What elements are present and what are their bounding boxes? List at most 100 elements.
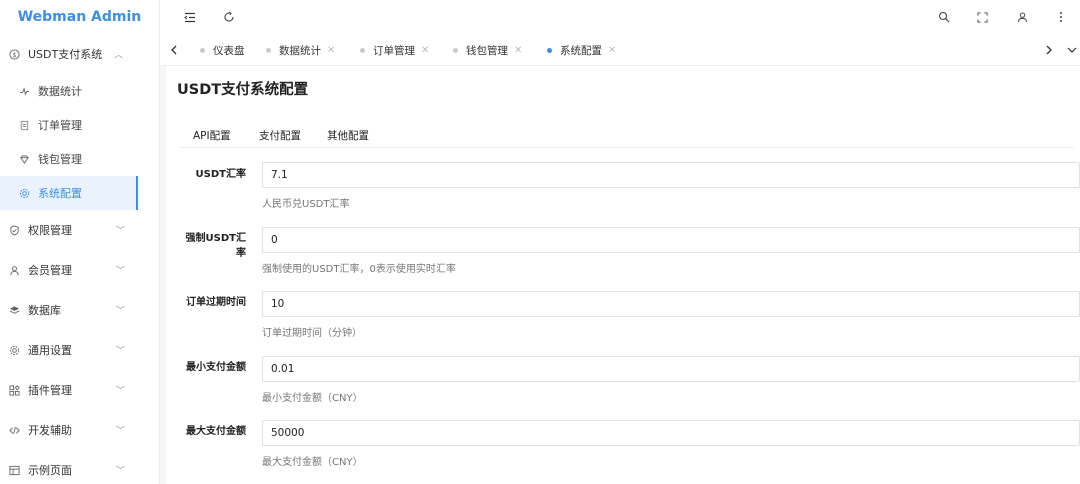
field-help: 人民币兑USDT汇率	[262, 199, 350, 210]
sidebar-item-label: 订单管理	[38, 119, 82, 132]
chevron-up-icon: ︿	[113, 50, 123, 61]
refresh-icon[interactable]	[220, 8, 238, 26]
top-header	[160, 0, 1080, 34]
sidebar-item-wallet[interactable]: 钱包管理	[0, 142, 159, 176]
settings-icon	[8, 344, 20, 356]
chevron-down-icon: ﹀	[115, 426, 125, 437]
main-content: USDT支付系统配置 API配置 支付配置 其他配置 USDT汇率 7.1 人民…	[160, 66, 1080, 484]
field-help: 最小支付金额（CNY）	[262, 393, 363, 404]
sidebar-item-label: 系统配置	[38, 187, 82, 200]
page-title: USDT支付系统配置	[177, 82, 309, 98]
usdt-rate-input[interactable]: 7.1	[262, 162, 1080, 188]
diamond-icon	[18, 153, 30, 165]
min-amount-input[interactable]: 0.01	[262, 356, 1080, 382]
sidebar-group-usdt[interactable]: $ USDT支付系统 ︿	[0, 34, 159, 74]
user-icon[interactable]	[1013, 8, 1031, 26]
tab-wallet[interactable]: 钱包管理 ✕	[453, 42, 522, 58]
tab-dashboard[interactable]: 仪表盘	[200, 42, 245, 58]
field-label: 强制USDT汇率	[185, 233, 246, 259]
sidebar-group-label: 会员管理	[28, 264, 72, 277]
activity-icon	[18, 85, 30, 97]
field-help: 最大支付金额（CNY）	[262, 457, 363, 468]
sidebar-group-label: 开发辅助	[28, 424, 72, 437]
sidebar-item-label: 数据统计	[38, 85, 82, 98]
file-icon	[18, 119, 30, 131]
chevron-down-icon: ﹀	[115, 466, 125, 477]
sidebar-group-dev-tools[interactable]: 开发辅助 ﹀	[0, 410, 159, 450]
max-amount-input[interactable]: 50000	[262, 420, 1080, 446]
menu-fold-icon[interactable]	[181, 8, 199, 26]
sidebar-group-permission[interactable]: 权限管理 ﹀	[0, 210, 159, 250]
sidebar-group-general-settings[interactable]: 通用设置 ﹀	[0, 330, 159, 370]
field-label: 最大支付金额	[186, 426, 246, 437]
sidebar-group-label: 插件管理	[28, 384, 72, 397]
sidebar-group-label: 通用设置	[28, 344, 72, 357]
tab-label: 仪表盘	[213, 44, 245, 57]
more-icon[interactable]	[1052, 8, 1070, 26]
tab-label: 系统配置	[560, 44, 602, 57]
fullscreen-icon[interactable]	[973, 8, 991, 26]
sidebar-item-stats[interactable]: 数据统计	[0, 74, 159, 108]
chevron-down-icon: ﹀	[115, 266, 125, 277]
database-icon	[8, 304, 20, 316]
chevron-down-icon: ﹀	[115, 306, 125, 317]
config-panel: USDT支付系统配置 API配置 支付配置 其他配置 USDT汇率 7.1 人民…	[166, 66, 1080, 484]
tabs-scroll-left-icon[interactable]	[166, 41, 182, 59]
app-logo[interactable]: Webman Admin	[0, 0, 159, 34]
tab-orders[interactable]: 订单管理 ✕	[360, 42, 429, 58]
field-label: 最小支付金额	[186, 362, 246, 373]
tab-label: 钱包管理	[466, 44, 508, 57]
close-icon[interactable]: ✕	[514, 45, 522, 56]
tab-dot	[200, 47, 205, 53]
sidebar-group-label: USDT支付系统	[28, 48, 103, 61]
dollar-circle-icon: $	[8, 48, 20, 60]
svg-text:$: $	[12, 50, 16, 58]
sidebar-group-database[interactable]: 数据库 ﹀	[0, 290, 159, 330]
chevron-down-icon: ﹀	[115, 346, 125, 357]
sidebar-group-plugins[interactable]: 插件管理 ﹀	[0, 370, 159, 410]
sidebar-group-examples[interactable]: 示例页面 ﹀	[0, 450, 159, 484]
tabs-dropdown-icon[interactable]	[1064, 41, 1080, 59]
tab-dot	[453, 47, 458, 53]
layout-icon	[8, 464, 20, 476]
tab-payment-config[interactable]: 支付配置	[259, 128, 301, 143]
field-label: 订单过期时间	[186, 297, 246, 308]
config-tabs: API配置 支付配置 其他配置	[180, 120, 1074, 148]
sidebar-item-label: 钱包管理	[38, 153, 82, 166]
sidebar-group-label: 示例页面	[28, 464, 72, 477]
tab-other-config[interactable]: 其他配置	[327, 128, 369, 143]
search-icon[interactable]	[935, 8, 953, 26]
field-help: 强制使用的USDT汇率，0表示使用实时汇率	[262, 264, 456, 275]
chevron-down-icon: ﹀	[115, 226, 125, 237]
close-icon[interactable]: ✕	[421, 45, 429, 56]
user-icon	[8, 264, 20, 276]
tab-config[interactable]: 系统配置 ✕	[547, 42, 616, 58]
sidebar: Webman Admin $ USDT支付系统 ︿ 数据统计 订单管理 钱包管理	[0, 0, 160, 484]
shield-icon	[8, 224, 20, 236]
chevron-down-icon: ﹀	[115, 386, 125, 397]
sidebar-group-label: 数据库	[28, 304, 61, 317]
order-expire-input[interactable]: 10	[262, 291, 1080, 317]
tab-dot	[547, 47, 552, 53]
tab-dot	[266, 47, 271, 53]
app-root: Webman Admin $ USDT支付系统 ︿ 数据统计 订单管理 钱包管理	[0, 0, 1080, 484]
tabs-bar: 仪表盘 数据统计 ✕ 订单管理 ✕ 钱包管理 ✕ 系统配置 ✕	[160, 34, 1080, 66]
close-icon[interactable]: ✕	[608, 45, 616, 56]
tab-label: 数据统计	[279, 44, 321, 57]
field-help: 订单过期时间（分钟）	[262, 328, 362, 339]
field-label: USDT汇率	[195, 169, 246, 180]
sidebar-group-label: 权限管理	[28, 224, 72, 237]
tab-label: 订单管理	[373, 44, 415, 57]
code-icon	[8, 424, 20, 436]
force-rate-input[interactable]: 0	[262, 227, 1080, 253]
sidebar-item-orders[interactable]: 订单管理	[0, 108, 159, 142]
apps-icon	[8, 384, 20, 396]
gear-icon	[18, 187, 30, 199]
sidebar-group-members[interactable]: 会员管理 ﹀	[0, 250, 159, 290]
tab-api-config[interactable]: API配置	[193, 128, 231, 143]
tabs-scroll-right-icon[interactable]	[1041, 41, 1057, 59]
sidebar-item-config[interactable]: 系统配置	[0, 176, 138, 210]
tab-stats[interactable]: 数据统计 ✕	[266, 42, 335, 58]
close-icon[interactable]: ✕	[327, 45, 335, 56]
tab-dot	[360, 47, 365, 53]
